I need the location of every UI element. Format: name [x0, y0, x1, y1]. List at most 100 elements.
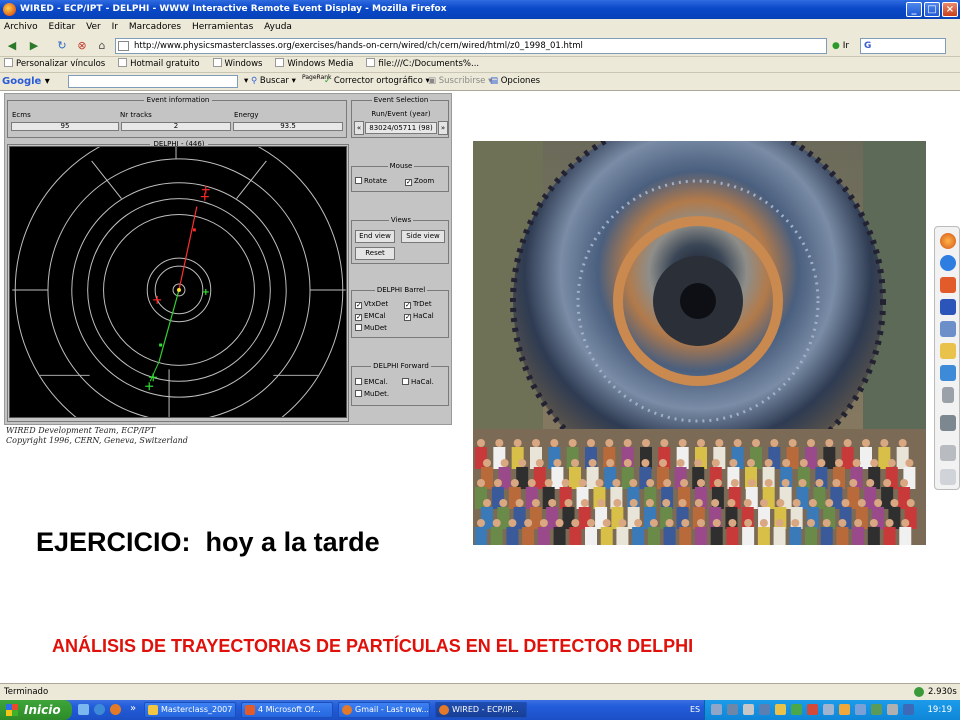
more-quicklaunch-icon[interactable]: » — [130, 700, 136, 718]
person-head — [799, 459, 808, 467]
home-icon[interactable]: ⌂ — [94, 38, 110, 54]
bookmark-label: Windows Media — [287, 59, 354, 69]
forward-arrow-icon[interactable]: ▶ — [26, 38, 42, 54]
language-indicator[interactable]: ES — [690, 700, 700, 720]
word-icon[interactable] — [940, 299, 956, 315]
ie-quicklaunch-icon[interactable] — [94, 704, 105, 715]
menu-archivo[interactable]: Archivo — [0, 19, 42, 35]
person-body — [742, 527, 755, 545]
tray-icon-9[interactable] — [839, 704, 850, 715]
corrector-button[interactable]: ✓ Corrector ortográfico ▾ — [324, 73, 430, 90]
powerpoint-icon[interactable] — [940, 277, 956, 293]
window-titlebar[interactable]: WIRED - ECP/IPT - DELPHI - WWW Interacti… — [0, 0, 960, 19]
firefox-icon[interactable] — [940, 233, 956, 249]
tray-icon-7[interactable] — [807, 704, 818, 715]
menu-ver[interactable]: Ver — [82, 19, 105, 35]
fwd-hacal-checkbox[interactable]: HaCal. — [402, 378, 434, 387]
taskbar-microsoft-office[interactable]: 4 Microsoft Of... — [241, 702, 333, 718]
bookmark-hotmail[interactable]: Hotmail gratuito — [114, 57, 206, 72]
person-head — [524, 519, 533, 527]
menu-ir[interactable]: Ir — [108, 19, 122, 35]
tray-icon-11[interactable] — [871, 704, 882, 715]
prev-event-button[interactable]: « — [354, 121, 364, 135]
close-button[interactable]: × — [942, 2, 958, 17]
start-button[interactable]: Inicio — [0, 700, 72, 720]
reload-icon[interactable]: ↻ — [54, 38, 70, 54]
tray-icon-1[interactable] — [711, 704, 722, 715]
emcal-checkbox[interactable]: ✓ EMCal — [355, 312, 386, 321]
next-event-button[interactable]: » — [438, 121, 448, 135]
taskbar-wired[interactable]: WIRED - ECP/IP... — [435, 702, 527, 718]
bookmark-windows-media[interactable]: Windows Media — [271, 57, 359, 72]
person-head — [499, 499, 508, 507]
google-search-icon: G — [864, 41, 872, 51]
tray-icon-4[interactable] — [759, 704, 770, 715]
desktop-icon[interactable] — [78, 704, 89, 715]
suscribirse-button[interactable]: ▣ Suscribirse ▾ — [428, 73, 492, 90]
stop-icon[interactable]: ⊗ — [74, 38, 90, 54]
tray-icon-10[interactable] — [855, 704, 866, 715]
fwd-emcal-checkbox[interactable]: EMCal. — [355, 378, 388, 387]
google-search-input[interactable] — [68, 75, 238, 88]
tray-icon-6[interactable] — [791, 704, 802, 715]
taskbar-gmail[interactable]: Gmail - Last new... — [338, 702, 430, 718]
person-head — [885, 519, 894, 527]
url-input[interactable]: http://www.physicsmasterclasses.org/exer… — [115, 38, 827, 54]
clock[interactable]: 19:19 — [928, 700, 953, 720]
bookmark-personalizar[interactable]: Personalizar vínculos — [0, 57, 111, 72]
reset-button[interactable]: Reset — [355, 247, 395, 260]
network-tray-icon[interactable] — [903, 704, 914, 715]
menu-ayuda[interactable]: Ayuda — [260, 19, 296, 35]
opciones-button[interactable]: ▤ Opciones — [490, 73, 540, 90]
menu-marcadores[interactable]: Marcadores — [125, 19, 185, 35]
muon-chamber-line — [91, 160, 122, 199]
usb-icon[interactable] — [942, 387, 954, 403]
person-head — [697, 519, 705, 527]
go-button[interactable]: ● Ir — [832, 38, 858, 54]
maximize-button[interactable]: □ — [924, 2, 940, 17]
search-input[interactable]: G — [860, 38, 946, 54]
run-event-field[interactable]: 83024/05711 (98) — [365, 122, 437, 134]
trdet-checkbox[interactable]: ✓ TrDet — [404, 300, 432, 309]
zoom-checkbox[interactable]: ✓ Zoom — [405, 177, 434, 186]
tray-icon-2[interactable] — [727, 704, 738, 715]
computer-icon[interactable] — [940, 365, 956, 381]
mudet-check-box — [355, 324, 362, 331]
start-label: Inicio — [24, 703, 61, 717]
bookmark-windows[interactable]: Windows — [209, 57, 269, 72]
settings-icon[interactable] — [940, 445, 956, 461]
menu-herramientas[interactable]: Herramientas — [188, 19, 257, 35]
hacal-checkbox[interactable]: ✓ HaCal — [404, 312, 434, 321]
minimize-button[interactable]: _ — [906, 2, 922, 17]
internet-explorer-icon[interactable] — [940, 255, 956, 271]
person-head — [613, 499, 622, 507]
taskbar-masterclass[interactable]: Masterclass_2007 — [144, 702, 236, 718]
side-view-button[interactable]: Side view — [401, 230, 445, 243]
google-logo[interactable]: Google ▾ — [2, 73, 50, 90]
fwd-mudet-checkbox[interactable]: MuDet. — [355, 390, 389, 399]
person-head — [645, 499, 654, 507]
firefox-quicklaunch-icon[interactable] — [110, 704, 121, 715]
end-view-button[interactable]: End view — [355, 230, 395, 243]
folder-icon[interactable] — [940, 343, 956, 359]
back-arrow-icon[interactable]: ◀ — [4, 38, 20, 54]
fwd-mudet-label: MuDet. — [364, 390, 390, 398]
muon-chamber-line — [236, 160, 267, 199]
google-buscar-button[interactable]: ▾ ⚲ Buscar ▾ — [244, 73, 296, 90]
person-head — [727, 499, 736, 507]
menu-editar[interactable]: Editar — [45, 19, 80, 35]
rotate-checkbox[interactable]: Rotate — [355, 177, 387, 186]
tray-icon-5[interactable] — [775, 704, 786, 715]
bookmark-file-documents[interactable]: file:///C:/Documents%... — [362, 57, 485, 72]
event-display-canvas[interactable] — [9, 146, 347, 418]
scrollbar-icon[interactable] — [940, 469, 956, 485]
vtxdet-checkbox[interactable]: ✓ VtxDet — [355, 300, 388, 309]
network-icon[interactable] — [940, 321, 956, 337]
tools-icon[interactable] — [940, 415, 956, 431]
person-head — [798, 479, 807, 487]
volume-icon[interactable] — [887, 704, 898, 715]
tray-icon-8[interactable] — [823, 704, 834, 715]
mudet-checkbox[interactable]: MuDet — [355, 324, 387, 333]
mouse-panel: Mouse Rotate ✓ Zoom — [351, 162, 449, 192]
tray-icon-3[interactable] — [743, 704, 754, 715]
